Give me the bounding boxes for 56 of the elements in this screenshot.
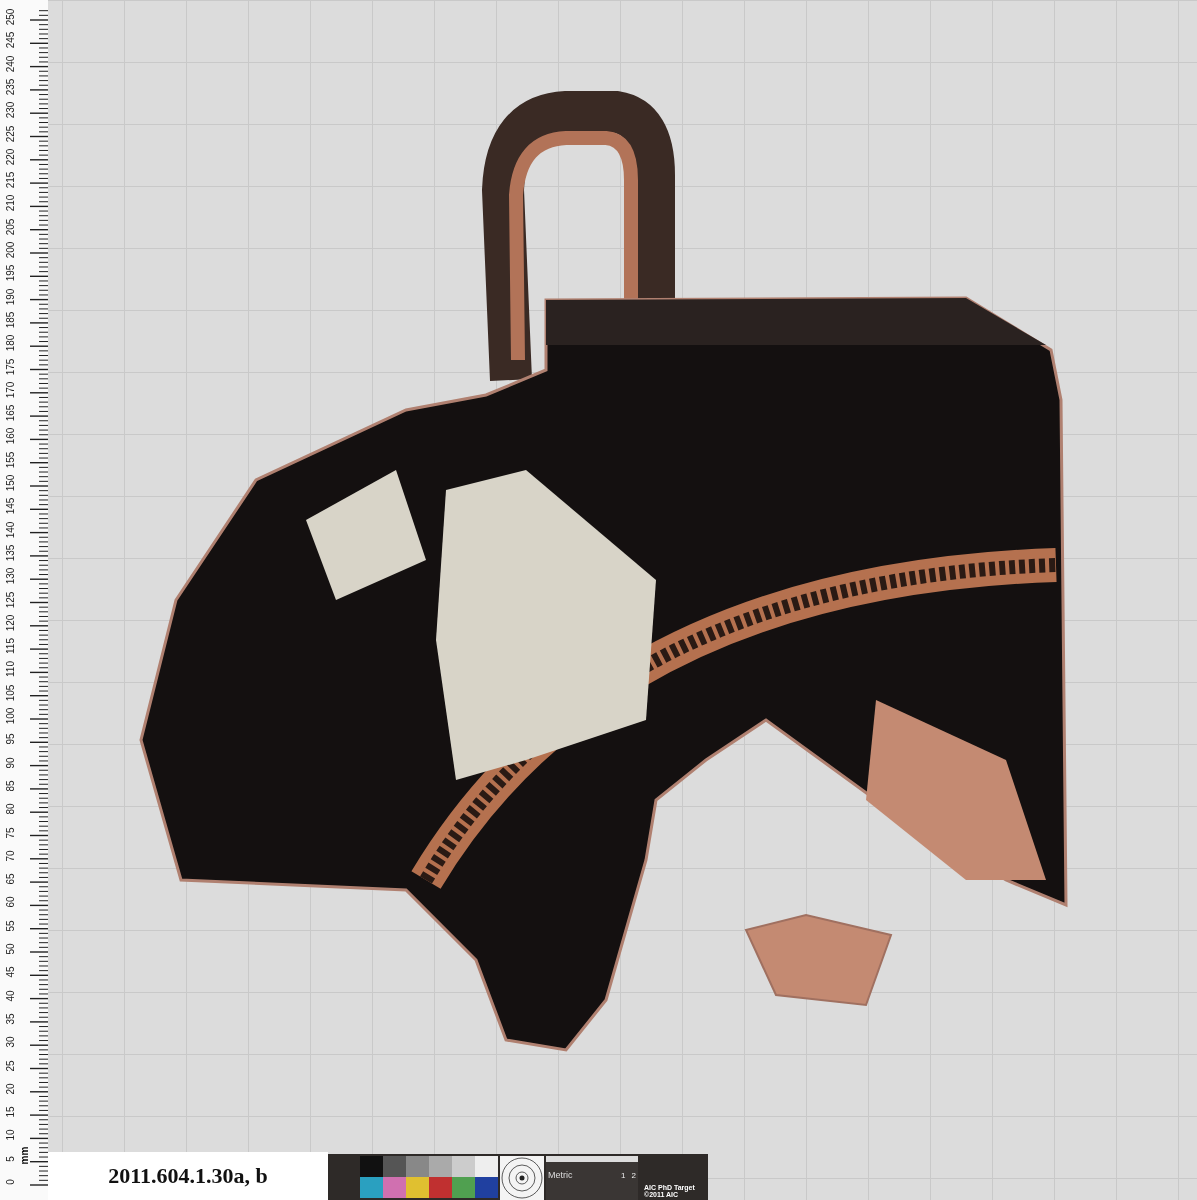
ruler-label: 40 (4, 989, 17, 1004)
ruler-label: 75 (4, 825, 17, 841)
ruler-label: 30 (4, 1035, 17, 1050)
ruler-label: 165 (4, 403, 17, 424)
ruler-label: 240 (4, 54, 17, 74)
ruler-label: 65 (4, 872, 17, 887)
ruler-label: 155 (4, 450, 17, 471)
ruler-label: 10 (4, 1128, 17, 1143)
ruler-label: 60 (4, 895, 17, 910)
ruler-label: 140 (4, 520, 17, 540)
ruler-label: 115 (4, 637, 17, 657)
ruler-label: 160 (4, 427, 17, 447)
ruler-label: 170 (4, 380, 17, 401)
ruler-label: 185 (4, 310, 17, 331)
ruler-label: 90 (4, 756, 17, 771)
ruler-label: 50 (4, 942, 17, 957)
ruler-label: 250 (4, 7, 17, 28)
ruler-label: 245 (4, 30, 17, 51)
ruler-label: 235 (4, 77, 17, 98)
ruler-label: 100 (4, 706, 17, 727)
ruler-label: 0 (4, 1178, 17, 1187)
accession-number: 2011.604.1.30a, b (108, 1163, 268, 1189)
ruler-unit: mm (19, 1146, 31, 1165)
ruler-label: 15 (4, 1105, 17, 1120)
scale-label: 1 (621, 1171, 626, 1180)
ruler-label: 210 (4, 194, 17, 214)
ruler-label: 45 (4, 965, 17, 980)
ruler-label: 175 (4, 357, 17, 377)
ruler-label: 190 (4, 287, 17, 307)
ruler-label: 20 (4, 1082, 17, 1097)
ruler-label: 180 (4, 333, 17, 354)
ruler-label: 215 (4, 170, 17, 191)
ruler-label: 150 (4, 473, 17, 494)
ruler-label: 70 (4, 849, 17, 864)
ruler-label: 55 (4, 919, 17, 934)
ruler-label: 145 (4, 496, 17, 517)
ruler-label: 220 (4, 147, 17, 168)
ruler-label: 125 (4, 590, 17, 610)
ruler-label: 25 (4, 1058, 17, 1074)
ruler-label: 135 (4, 543, 17, 564)
ruler-label: 230 (4, 100, 17, 121)
ruler-label: 5 (4, 1154, 17, 1164)
ruler-label: 195 (4, 263, 17, 284)
ruler-label: 205 (4, 217, 17, 238)
ruler-label: 130 (4, 566, 17, 587)
scale-label: 2 (631, 1171, 636, 1180)
ruler-label: 80 (4, 802, 17, 817)
ruler-label: 225 (4, 124, 17, 144)
ruler-label: 35 (4, 1012, 17, 1027)
ruler-label: 85 (4, 779, 17, 794)
scale-label: Metric (548, 1170, 574, 1180)
ruler-label: 105 (4, 683, 17, 704)
ruler-label: 95 (4, 732, 17, 747)
ruler-label: 200 (4, 240, 17, 261)
ruler-label: 110 (4, 660, 17, 680)
ruler-label: 120 (4, 613, 17, 634)
